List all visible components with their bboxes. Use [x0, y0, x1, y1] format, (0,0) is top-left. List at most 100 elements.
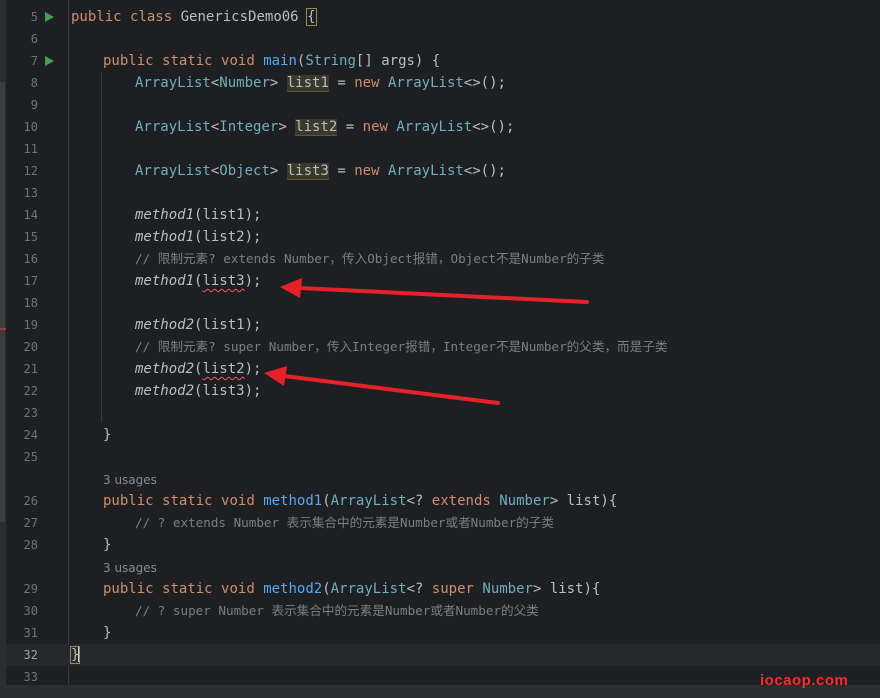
method-call: method2 [135, 317, 195, 333]
code-text: method2(list2); [135, 358, 261, 380]
closing-brace: } [103, 537, 112, 553]
code-line[interactable]: 19 method2(list1); [6, 314, 880, 336]
type-name: Number [219, 75, 270, 91]
run-icon[interactable] [45, 56, 54, 66]
method-call: method1 [135, 229, 195, 245]
code-line[interactable]: 17 method1(list3); [6, 270, 880, 292]
line-number: 16 [23, 252, 38, 266]
code-line[interactable]: 15 method1(list2); [6, 226, 880, 248]
code-rest: <>(); [472, 119, 515, 135]
code-line[interactable]: 10 ArrayList<Integer> list2 = new ArrayL… [6, 116, 880, 138]
type-name: Object [219, 163, 270, 179]
variable-highlight: list1 [286, 75, 329, 92]
method-call: method1 [135, 207, 195, 223]
code-rest: <>(); [463, 163, 506, 179]
run-icon[interactable] [45, 12, 54, 22]
code-line[interactable]: 30 // ? super Number 表示集合中的元素是Number或者Nu… [6, 600, 880, 622]
comment: // ? extends Number 表示集合中的元素是Number或者Num… [135, 515, 554, 530]
code-text: } [69, 644, 81, 666]
call-args: (list3); [194, 383, 262, 399]
keyword: new [362, 119, 388, 135]
code-line[interactable]: 8 ArrayList<Number> list1 = new ArrayLis… [6, 72, 880, 94]
keyword: public [103, 53, 154, 69]
variable-highlight: list2 [295, 119, 338, 136]
code-line[interactable]: 21 method2(list2); [6, 358, 880, 380]
brace: { [591, 581, 601, 597]
method-call: method2 [135, 383, 195, 399]
assign: = [337, 119, 363, 135]
call-args: (list1); [194, 207, 262, 223]
type-name: ArrayList [135, 163, 211, 179]
code-line[interactable]: 28 } [6, 534, 880, 556]
keyword: extends [431, 493, 491, 509]
class-name: GenericsDemo06 [180, 9, 299, 25]
code-line[interactable]: 23 [6, 402, 880, 424]
usages-hint[interactable]: 3 usages [103, 469, 157, 491]
paren: ( [322, 493, 331, 509]
paren: ( [322, 581, 331, 597]
code-line[interactable]: 20 // 限制元素? super Number，传入Integer报错，Int… [6, 336, 880, 358]
current-code-line[interactable]: 32 } [6, 644, 880, 666]
code-line[interactable]: 29 public static void method2(ArrayList<… [6, 578, 880, 600]
generic-open: <? [406, 581, 432, 597]
params: [] args) [355, 53, 432, 69]
line-number: 32 [23, 648, 38, 662]
code-line[interactable]: 11 [6, 138, 880, 160]
text-caret [78, 646, 81, 662]
code-line[interactable]: 13 [6, 182, 880, 204]
code-line[interactable]: 9 [6, 94, 880, 116]
line-number: 19 [23, 318, 38, 332]
code-line[interactable]: 18 [6, 292, 880, 314]
code-text: public class GenericsDemo06 { [71, 6, 317, 28]
type-name: String [305, 53, 356, 69]
code-text: ArrayList<Integer> list2 = new ArrayList… [135, 116, 514, 138]
comment: // 限制元素? super Number，传入Integer报错，Intege… [135, 339, 668, 354]
error-argument[interactable]: list3 [202, 273, 244, 289]
method-call: method1 [135, 273, 195, 289]
line-number: 31 [23, 626, 38, 640]
call-args: (list1); [194, 317, 262, 333]
line-number: 28 [23, 538, 38, 552]
generic-open: <? [406, 493, 432, 509]
usages-hint[interactable]: 3 usages [103, 557, 157, 579]
line-number: 22 [23, 384, 38, 398]
code-line[interactable]: 22 method2(list3); [6, 380, 880, 402]
line-number: 14 [23, 208, 38, 222]
generic-close: > [269, 75, 279, 91]
error-argument[interactable]: list2 [202, 361, 244, 377]
code-line[interactable]: 6 [6, 28, 880, 50]
keyword: public [71, 9, 122, 25]
type-name: ArrayList [135, 75, 211, 91]
line-number: 12 [23, 164, 38, 178]
code-text: method1(list3); [135, 270, 261, 292]
scroll-thumb[interactable] [0, 82, 5, 522]
method-name: main [263, 53, 297, 69]
code-line[interactable]: 7 public static void main(String[] args)… [6, 50, 880, 72]
horizontal-scrollbar[interactable] [0, 685, 880, 698]
type-name: ArrayList [330, 581, 407, 597]
code-line[interactable]: 24 } [6, 424, 880, 446]
keyword: void [221, 493, 255, 509]
code-text: method2(list1); [135, 314, 261, 336]
code-text: public static void method1(ArrayList<? e… [103, 490, 617, 512]
code-line[interactable]: 16 // 限制元素? extends Number，传入Object报错，Ob… [6, 248, 880, 270]
closing-brace: } [103, 625, 112, 641]
line-number: 5 [30, 10, 38, 24]
code-line[interactable]: 14 method1(list1); [6, 204, 880, 226]
code-line[interactable]: 31 } [6, 622, 880, 644]
code-line[interactable]: 5 public class GenericsDemo06 { [6, 6, 880, 28]
brace: { [431, 53, 441, 69]
generic-close: > [278, 119, 287, 135]
line-number: 23 [23, 406, 38, 420]
code-line[interactable]: 26 public static void method1(ArrayList<… [6, 490, 880, 512]
method-name: method2 [263, 581, 323, 597]
keyword: static [162, 493, 213, 509]
brace-match: { [306, 8, 317, 26]
comment: // ? super Number 表示集合中的元素是Number或者Numbe… [135, 603, 539, 618]
type-name: Number [499, 493, 550, 509]
code-line[interactable]: 25 [6, 446, 880, 468]
line-number: 10 [23, 120, 38, 134]
keyword: static [162, 581, 213, 597]
code-line[interactable]: 12 ArrayList<Object> list3 = new ArrayLi… [6, 160, 880, 182]
code-line[interactable]: 27 // ? extends Number 表示集合中的元素是Number或者… [6, 512, 880, 534]
